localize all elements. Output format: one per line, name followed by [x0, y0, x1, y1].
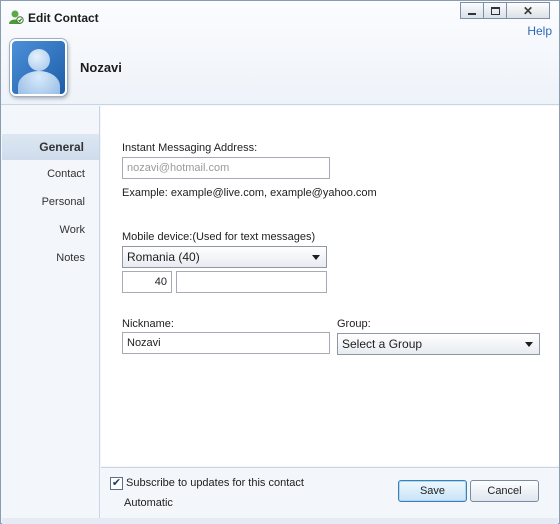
sidebar-item-general[interactable]: General: [2, 134, 99, 160]
sidebar-item-work[interactable]: Work: [60, 224, 85, 236]
edit-contact-window: Edit Contact ✕ Help Nozavi General Conta…: [0, 0, 560, 524]
sidebar-item-personal[interactable]: Personal: [42, 196, 85, 208]
sidebar-nav: General Contact Personal Work Notes: [2, 106, 100, 518]
mobile-device-label: Mobile device:(Used for text messages): [122, 231, 316, 243]
window-title: Edit Contact: [28, 11, 99, 25]
im-address-label: Instant Messaging Address:: [122, 142, 258, 154]
country-select[interactable]: Romania (40): [122, 246, 327, 268]
help-link[interactable]: Help: [527, 24, 552, 38]
sidebar-item-contact[interactable]: Contact: [47, 168, 85, 180]
window-header: Edit Contact ✕ Help Nozavi: [1, 1, 559, 105]
chevron-down-icon: [525, 342, 533, 347]
save-button[interactable]: Save: [398, 480, 467, 502]
maximize-icon: [490, 6, 500, 15]
subscribe-checkbox[interactable]: ✔: [110, 477, 123, 490]
nickname-input[interactable]: Nozavi: [122, 332, 330, 354]
im-address-input[interactable]: nozavi@hotmail.com: [122, 157, 330, 179]
im-example-text: Example: example@live.com, example@yahoo…: [122, 187, 377, 199]
country-select-value: Romania (40): [127, 250, 200, 264]
minimize-icon: [468, 12, 476, 15]
general-panel: Instant Messaging Address: nozavi@hotmai…: [101, 106, 559, 466]
avatar-body-shape: [18, 71, 60, 94]
messenger-icon: [9, 10, 24, 24]
avatar-head-shape: [28, 49, 50, 71]
group-label: Group:: [337, 318, 371, 330]
dialog-footer: ✔ Subscribe to updates for this contact …: [101, 467, 559, 517]
contact-name: Nozavi: [80, 60, 122, 75]
chevron-down-icon: [312, 255, 320, 260]
group-select[interactable]: Select a Group: [337, 333, 540, 355]
window-controls: ✕: [460, 2, 550, 19]
cancel-button[interactable]: Cancel: [470, 480, 539, 502]
mobile-number-input[interactable]: [176, 271, 327, 293]
automatic-label: Automatic: [124, 497, 173, 509]
minimize-button[interactable]: [460, 2, 484, 19]
contact-avatar: [10, 39, 67, 96]
sidebar-item-notes[interactable]: Notes: [56, 252, 85, 264]
country-code-input[interactable]: 40: [122, 271, 172, 293]
nickname-label: Nickname:: [122, 318, 174, 330]
close-button[interactable]: ✕: [506, 2, 550, 19]
subscribe-label: Subscribe to updates for this contact: [126, 477, 304, 489]
group-select-value: Select a Group: [342, 337, 423, 351]
checkmark-icon: ✔: [111, 477, 122, 489]
maximize-button[interactable]: [483, 2, 507, 19]
window-bottom-edge: [2, 518, 558, 524]
close-icon: ✕: [522, 3, 534, 18]
